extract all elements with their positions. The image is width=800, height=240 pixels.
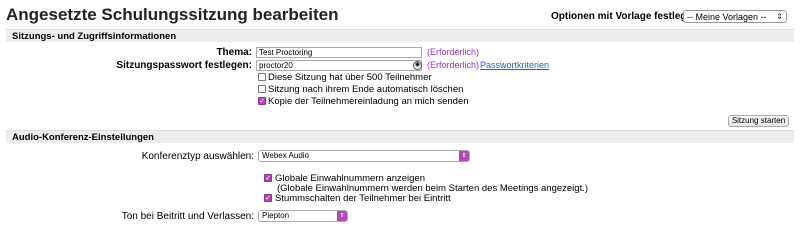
template-select-value: -- Meine Vorlagen -- bbox=[687, 12, 767, 22]
password-input[interactable]: proctor20 bbox=[256, 60, 422, 71]
tone-value: Piepton bbox=[262, 211, 290, 220]
global-numbers-checkbox[interactable]: ✓ bbox=[264, 174, 272, 182]
topic-label: Thema: bbox=[216, 47, 252, 58]
password-required-note: (Erforderlich) bbox=[427, 60, 480, 70]
topic-required-note: (Erforderlich) bbox=[427, 47, 480, 57]
audio-section-header: Audio-Konferenz-Einstellungen bbox=[6, 130, 794, 143]
session-section-header: Sitzungs- und Zugriffsinformationen bbox=[6, 29, 794, 42]
send-copy-checkbox[interactable]: ✓ bbox=[258, 97, 266, 105]
auto-delete-checkbox[interactable] bbox=[258, 85, 266, 93]
conference-type-select[interactable]: Webex Audio ⇕ bbox=[258, 150, 470, 162]
password-criteria-link[interactable]: Passwortkriterien bbox=[480, 60, 549, 70]
conference-type-value: Webex Audio bbox=[262, 151, 309, 160]
over-500-label: Diese Sitzung hat über 500 Teilnehmer bbox=[268, 72, 432, 83]
topic-input[interactable]: Test Proctoring bbox=[256, 47, 422, 58]
send-copy-label: Kopie der Teilnehmereinladung an mich se… bbox=[268, 96, 469, 107]
over-500-checkbox[interactable] bbox=[258, 73, 266, 81]
select-arrow-icon: ⇕ bbox=[337, 211, 347, 221]
page-title: Angesetzte Schulungssitzung bearbeiten bbox=[6, 5, 339, 24]
tone-select[interactable]: Piepton ⇕ bbox=[258, 210, 348, 222]
mute-on-entry-label: Stummschalten der Teilnehmer bei Eintrit… bbox=[275, 193, 451, 204]
tone-label: Ton bei Beitritt und Verlassen: bbox=[121, 211, 254, 222]
show-password-icon[interactable]: ◉ bbox=[413, 61, 422, 70]
mute-on-entry-checkbox[interactable]: ✓ bbox=[264, 194, 272, 202]
select-arrow-icon: ⇕ bbox=[776, 12, 783, 21]
auto-delete-label: Sitzung nach ihrem Ende automatisch lösc… bbox=[268, 84, 464, 95]
conference-type-label: Konferenztyp auswählen: bbox=[141, 151, 254, 162]
password-label: Sitzungspasswort festlegen: bbox=[116, 60, 252, 71]
template-label: Optionen mit Vorlage festlegen: bbox=[551, 11, 702, 22]
password-value: proctor20 bbox=[259, 61, 293, 70]
start-session-button[interactable]: Sitzung starten bbox=[728, 115, 789, 127]
template-select[interactable]: -- Meine Vorlagen -- ⇕ bbox=[683, 10, 787, 23]
select-arrow-icon: ⇕ bbox=[459, 151, 469, 161]
